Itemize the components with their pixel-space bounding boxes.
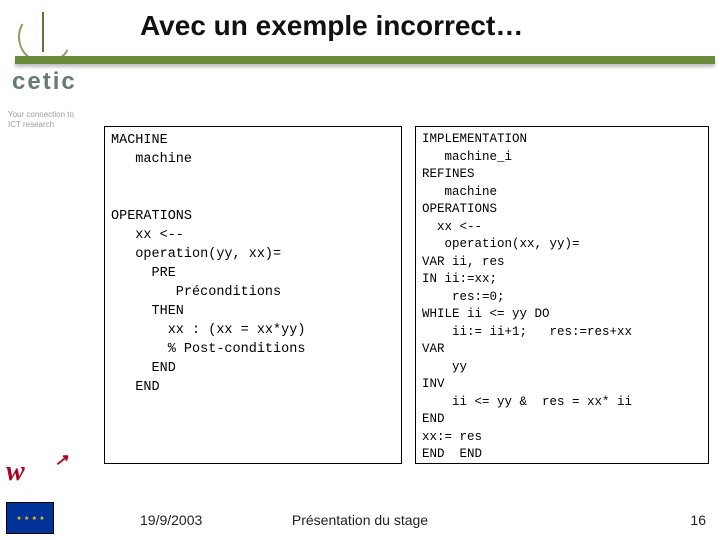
slide: cetic Your connection to ICT research w … <box>0 0 720 540</box>
footer-center: Présentation du stage <box>0 512 720 528</box>
title-underline <box>15 56 715 64</box>
code-block-machine: MACHINE machine OPERATIONS xx <-- operat… <box>104 126 402 464</box>
code-block-implementation: IMPLEMENTATION machine_i REFINES machine… <box>415 126 709 464</box>
slide-title: Avec un exemple incorrect… <box>140 10 523 42</box>
tagline-line1: Your connection to <box>8 110 74 119</box>
wallonia-logo: w ↗ <box>6 456 66 496</box>
tagline-line2: ICT research <box>8 120 54 129</box>
arrow-icon: ↗ <box>55 450 68 470</box>
wallonia-logo-text: w <box>6 456 25 487</box>
cetic-logo-text: cetic <box>12 68 77 96</box>
cetic-logo: cetic <box>10 10 85 100</box>
footer-page-number: 16 <box>690 512 706 528</box>
cetic-tagline: Your connection to ICT research <box>8 110 74 130</box>
logo-column: cetic Your connection to ICT research w … <box>0 0 100 540</box>
cetic-logo-stem <box>42 12 44 52</box>
